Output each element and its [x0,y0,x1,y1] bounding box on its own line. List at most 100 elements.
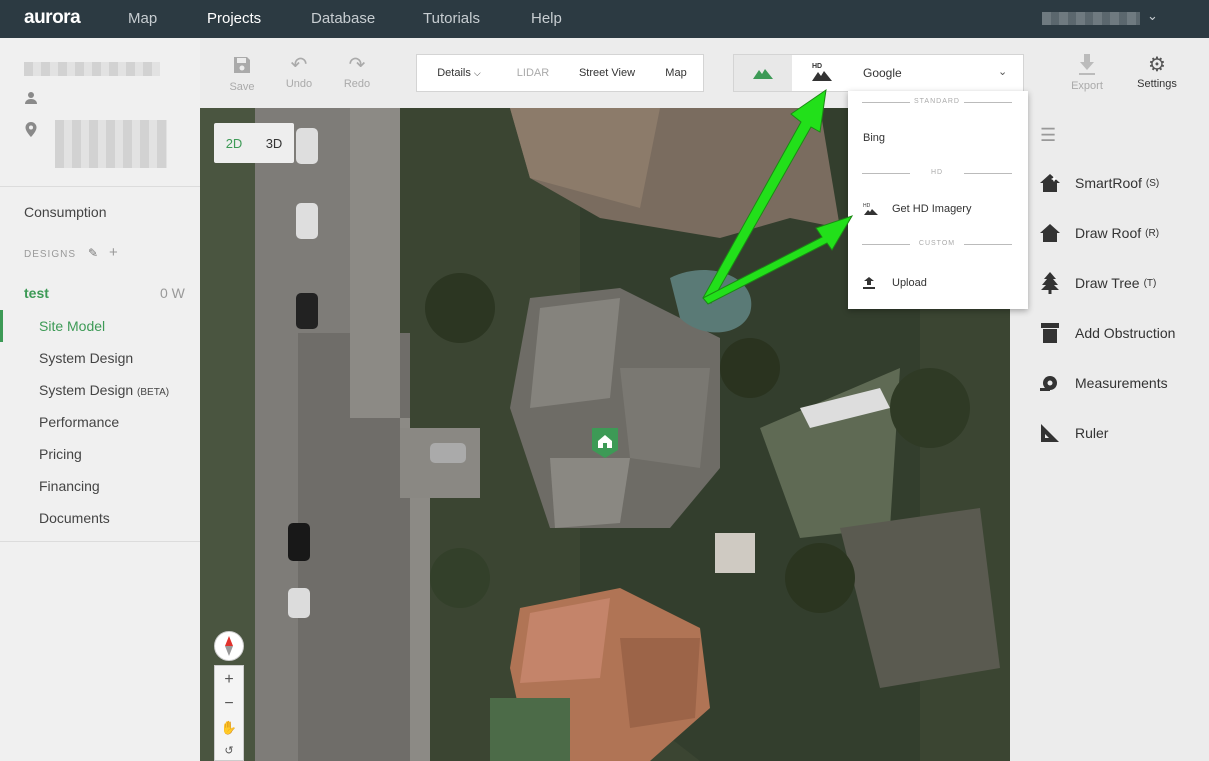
upload-icon [863,277,875,289]
pencil-icon[interactable]: ✎ [88,246,98,260]
sidebar-item-documents[interactable]: Documents [39,510,110,526]
tool-ruler[interactable]: Ruler [1038,421,1108,445]
imagery-provider[interactable]: Google [863,66,902,80]
project-name-blurred [24,62,160,76]
redo-icon: ↷ [348,54,366,76]
save-button[interactable]: Save [228,52,256,93]
gear-icon: ⚙ [1148,54,1166,76]
ruler-icon [1038,421,1062,445]
hd-mountain-icon: HD [863,203,878,215]
tool-measurements[interactable]: Measurements [1038,371,1168,395]
undo-button[interactable]: ↶ Undo [284,52,314,90]
shortcut-key: (R) [1145,227,1160,239]
tool-draw-roof[interactable]: Draw Roof (R) [1038,221,1159,245]
option-get-hd-imagery[interactable]: HD Get HD Imagery [863,203,1013,215]
tab-street-view[interactable]: Street View [575,55,639,91]
tab-details[interactable]: Details ⌵ [417,55,501,91]
chevron-down-icon[interactable]: ⌄ [1147,8,1158,24]
top-nav: aurora Map Projects Database Tutorials H… [0,0,1209,38]
person-icon [24,91,38,105]
zoom-controls: + − ✋ ↺ [214,665,244,761]
view-2d-button[interactable]: 2D [214,123,254,163]
tool-label: Add Obstruction [1075,325,1176,341]
hd-imagery-button[interactable]: HD [808,63,836,83]
tool-draw-tree[interactable]: Draw Tree (T) [1038,271,1156,295]
home-marker-icon[interactable] [592,428,618,458]
tape-measure-icon [1038,371,1062,395]
sidebar-item-system-design-beta[interactable]: System Design (BETA) [39,382,169,398]
design-watts: 0 W [160,285,185,301]
designs-label: DESIGNS [24,249,77,260]
mountain-icon [753,69,773,79]
settings-button[interactable]: ⚙ Settings [1132,52,1182,90]
design-name[interactable]: test [24,285,49,301]
aurora-logo[interactable]: aurora [24,7,81,29]
tree-icon [1038,271,1062,295]
imagery-selector: HD Google ⌄ [733,54,1024,92]
tool-smartroof[interactable]: SmartRoof (S) [1038,171,1159,195]
tab-details-label: Details [437,66,471,79]
chevron-down-icon[interactable]: ⌄ [998,65,1007,78]
sidebar-item-performance[interactable]: Performance [39,414,119,430]
imagery-dropdown: STANDARD Bing HD HD Get HD Imagery CUSTO… [848,91,1028,309]
option-label: Get HD Imagery [892,203,972,215]
address-blurred [55,120,167,168]
save-icon [228,55,256,81]
tool-label: SmartRoof [1075,175,1142,191]
undo-label: Undo [285,78,313,90]
save-label: Save [229,81,255,93]
option-bing[interactable]: Bing [863,132,885,144]
download-icon [1066,54,1108,80]
sidebar-item-system-design[interactable]: System Design [39,350,133,366]
section-hd: HD [862,169,1012,176]
rotate-icon[interactable]: ↺ [215,738,243,761]
sidebar-item-site-model[interactable]: Site Model [39,318,105,334]
nav-tutorials[interactable]: Tutorials [423,10,480,27]
redo-button[interactable]: ↷ Redo [342,52,372,90]
shortcut-key: (S) [1145,177,1160,189]
settings-label: Settings [1137,78,1177,90]
nav-projects[interactable]: Projects [207,10,261,27]
sidebar-item-label: System Design [39,382,134,398]
option-upload[interactable]: Upload [863,277,927,289]
zoom-out-icon[interactable]: − [215,692,243,716]
zoom-in-icon[interactable]: + [215,668,243,692]
nav-map[interactable]: Map [128,10,157,27]
option-label: Upload [892,277,927,289]
left-sidebar: Consumption DESIGNS ✎ + test 0 W Site Mo… [0,38,200,761]
tool-label: Draw Roof [1075,225,1142,241]
user-name-blurred[interactable] [1042,12,1140,25]
view-3d-button[interactable]: 3D [254,123,294,163]
divider [0,541,200,542]
plus-icon[interactable]: + [109,244,118,261]
tab-lidar[interactable]: LIDAR [501,55,565,91]
divider [0,186,200,187]
location-pin-icon [25,122,37,137]
sidebar-consumption[interactable]: Consumption [24,204,107,220]
section-standard: STANDARD [862,98,1012,105]
tool-label: Measurements [1075,375,1168,391]
shortcut-key: (T) [1143,277,1157,289]
toolbar: Save ↶ Undo ↷ Redo Details ⌵ LIDAR Stree… [200,38,1209,108]
menu-icon[interactable]: ☰ [1040,125,1056,146]
pan-hand-icon[interactable]: ✋ [215,716,243,740]
smartroof-icon [1038,171,1062,195]
section-custom: CUSTOM [862,240,1012,247]
tool-label: Ruler [1075,425,1109,441]
tool-add-obstruction[interactable]: Add Obstruction [1038,321,1175,345]
roof-icon [1038,221,1062,245]
tools-panel: ☰ SmartRoof (S) Draw Roof (R) Draw Tree (T)… [1010,108,1209,761]
tab-map[interactable]: Map [647,55,705,91]
sidebar-item-financing[interactable]: Financing [39,478,100,494]
compass-icon[interactable] [214,631,244,661]
hd-mountain-icon [812,71,832,81]
export-button[interactable]: Export [1066,52,1108,92]
export-label: Export [1071,80,1103,92]
nav-database[interactable]: Database [311,10,375,27]
tool-label: Draw Tree [1075,275,1140,291]
satellite-view-button[interactable] [734,55,792,91]
undo-icon: ↶ [290,54,308,76]
nav-help[interactable]: Help [531,10,562,27]
sidebar-item-pricing[interactable]: Pricing [39,446,82,462]
dimension-toggle: 2D 3D [214,123,294,163]
